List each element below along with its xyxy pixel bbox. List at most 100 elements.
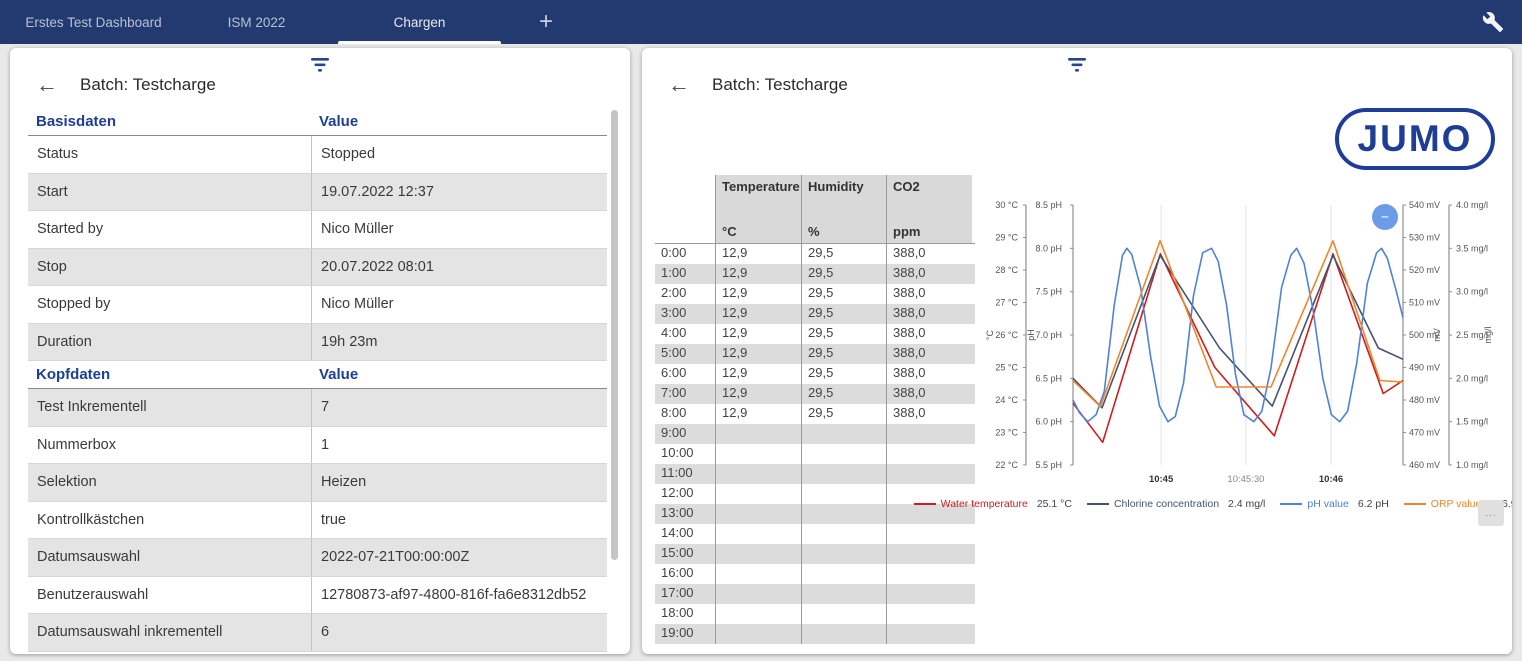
top-bar: Erstes Test DashboardISM 2022Chargen + [0,0,1522,44]
value-cell: 29,5 [801,404,886,424]
table-row: 10:00 [655,444,975,464]
y-axis-tick: 4.0 mg/l [1456,200,1488,210]
table-row: Test Inkrementell7 [28,389,607,427]
filter-icon[interactable] [1066,56,1088,74]
filter-icon[interactable] [309,56,331,74]
table-row: 4:0012,929,5388,0 [655,324,975,344]
legend-item-chlorine-concentration[interactable]: Chlorine concentration2.4 mg/l [1087,498,1265,510]
y-axis-tick: 540 mV [1409,200,1440,210]
table-row: Kontrollkästchentrue [28,502,607,540]
legend-label: Chlorine concentration [1114,498,1219,510]
value-cell [886,604,972,624]
table-row: 6:0012,929,5388,0 [655,364,975,384]
scrollbar[interactable] [611,110,618,560]
row-label: Started by [28,211,311,248]
table-row: StatusStopped [28,136,607,174]
y-axis-tick: 6.5 pH [1035,373,1062,383]
legend-line-swatch [914,503,936,505]
y-axis-tick: 2.0 mg/l [1456,373,1488,383]
legend-item-ph-value[interactable]: pH value6.2 pH [1280,498,1388,510]
table-row: 18:00 [655,604,975,624]
legend-label: Water temperature [941,498,1028,510]
y-axis-tick: 8.0 pH [1035,243,1062,253]
left-panel: ← Batch: Testcharge BasisdatenValueStatu… [10,48,630,654]
more-button[interactable]: ... [1478,500,1504,526]
y-axis-title: mg/l [1483,326,1493,343]
y-axis-tick: 26 °C [995,330,1018,340]
wrench-icon[interactable] [1482,11,1504,33]
back-button[interactable]: ← [36,74,58,96]
column-unit: °C [722,224,795,239]
value-cell [801,564,886,584]
value-cell [886,444,972,464]
y-axis-tick: 29 °C [995,233,1018,243]
y-axis-tick: 520 mV [1409,265,1440,275]
y-axis-tick: 5.5 pH [1035,460,1062,470]
back-button[interactable]: ← [668,74,690,96]
value-cell [715,424,801,444]
time-cell: 10:00 [655,444,715,464]
value-cell [801,484,886,504]
row-label: Datumsauswahl [28,539,311,576]
legend-line-swatch [1087,503,1109,505]
y-axis-tick: 8.5 pH [1035,200,1062,210]
row-label: Nummerbox [28,427,311,464]
value-cell: 29,5 [801,244,886,264]
value-cell: 29,5 [801,344,886,364]
value-cell [801,524,886,544]
table-row: SelektionHeizen [28,464,607,502]
value-cell [801,624,886,644]
tab-ism-2022[interactable]: ISM 2022 [175,0,338,44]
time-column-header [655,175,715,243]
row-value: 1 [311,427,607,464]
section-header-label: Kopfdaten [28,366,311,383]
column-unit: % [808,224,880,239]
table-row: 5:0012,929,5388,0 [655,344,975,364]
value-cell: 29,5 [801,284,886,304]
add-tab-button[interactable]: + [501,0,591,44]
y-axis-tick: 530 mV [1409,233,1440,243]
section-header: BasisdatenValue [28,108,607,136]
section-value-header: Value [311,113,607,130]
table-row: 8:0012,929,5388,0 [655,404,975,424]
row-value: true [311,502,607,539]
column-name: Temperature [722,179,795,194]
table-row: Duration19h 23m [28,324,607,362]
time-cell: 15:00 [655,544,715,564]
row-value: 19h 23m [311,324,607,361]
y-axis-tick: 490 mV [1409,363,1440,373]
row-label: Stop [28,249,311,286]
value-cell: 29,5 [801,264,886,284]
y-axis-tick: 24 °C [995,395,1018,405]
time-cell: 5:00 [655,344,715,364]
y-axis-tick: 30 °C [995,200,1018,210]
value-cell [715,604,801,624]
value-cell [801,444,886,464]
chart: 10:4510:45:3010:4630 °C29 °C28 °C27 °C26… [985,195,1512,495]
y-axis-tick: 1.0 mg/l [1456,460,1488,470]
row-label: Kontrollkästchen [28,502,311,539]
tab-erstes-test-dashboard[interactable]: Erstes Test Dashboard [12,0,175,44]
row-label: Selektion [28,464,311,501]
column-unit: ppm [893,224,966,239]
legend-item-water-temperature[interactable]: Water temperature25.1 °C [914,498,1072,510]
row-label: Benutzerauswahl [28,577,311,614]
y-axis-tick: 3.5 mg/l [1456,243,1488,253]
legend-label: ORP value [1431,498,1482,510]
y-axis-tick: 510 mV [1409,298,1440,308]
row-value: Stopped [311,136,607,173]
table-row: Start19.07.2022 12:37 [28,174,607,212]
value-cell: 12,9 [715,324,801,344]
y-axis-tick: 25 °C [995,363,1018,373]
batch-detail-table: BasisdatenValueStatusStoppedStart19.07.2… [28,108,607,652]
y-axis-tick: 1.5 mg/l [1456,417,1488,427]
chart-legend: Water temperature25.1 °CChlorine concent… [992,498,1472,510]
value-cell: 12,9 [715,244,801,264]
value-cell [886,564,972,584]
tab-chargen[interactable]: Chargen [338,0,501,44]
value-cell [801,464,886,484]
table-row: 9:00 [655,424,975,444]
value-cell: 388,0 [886,304,972,324]
x-axis-label: 10:45 [1149,474,1174,485]
y-axis-tick: 470 mV [1409,428,1440,438]
